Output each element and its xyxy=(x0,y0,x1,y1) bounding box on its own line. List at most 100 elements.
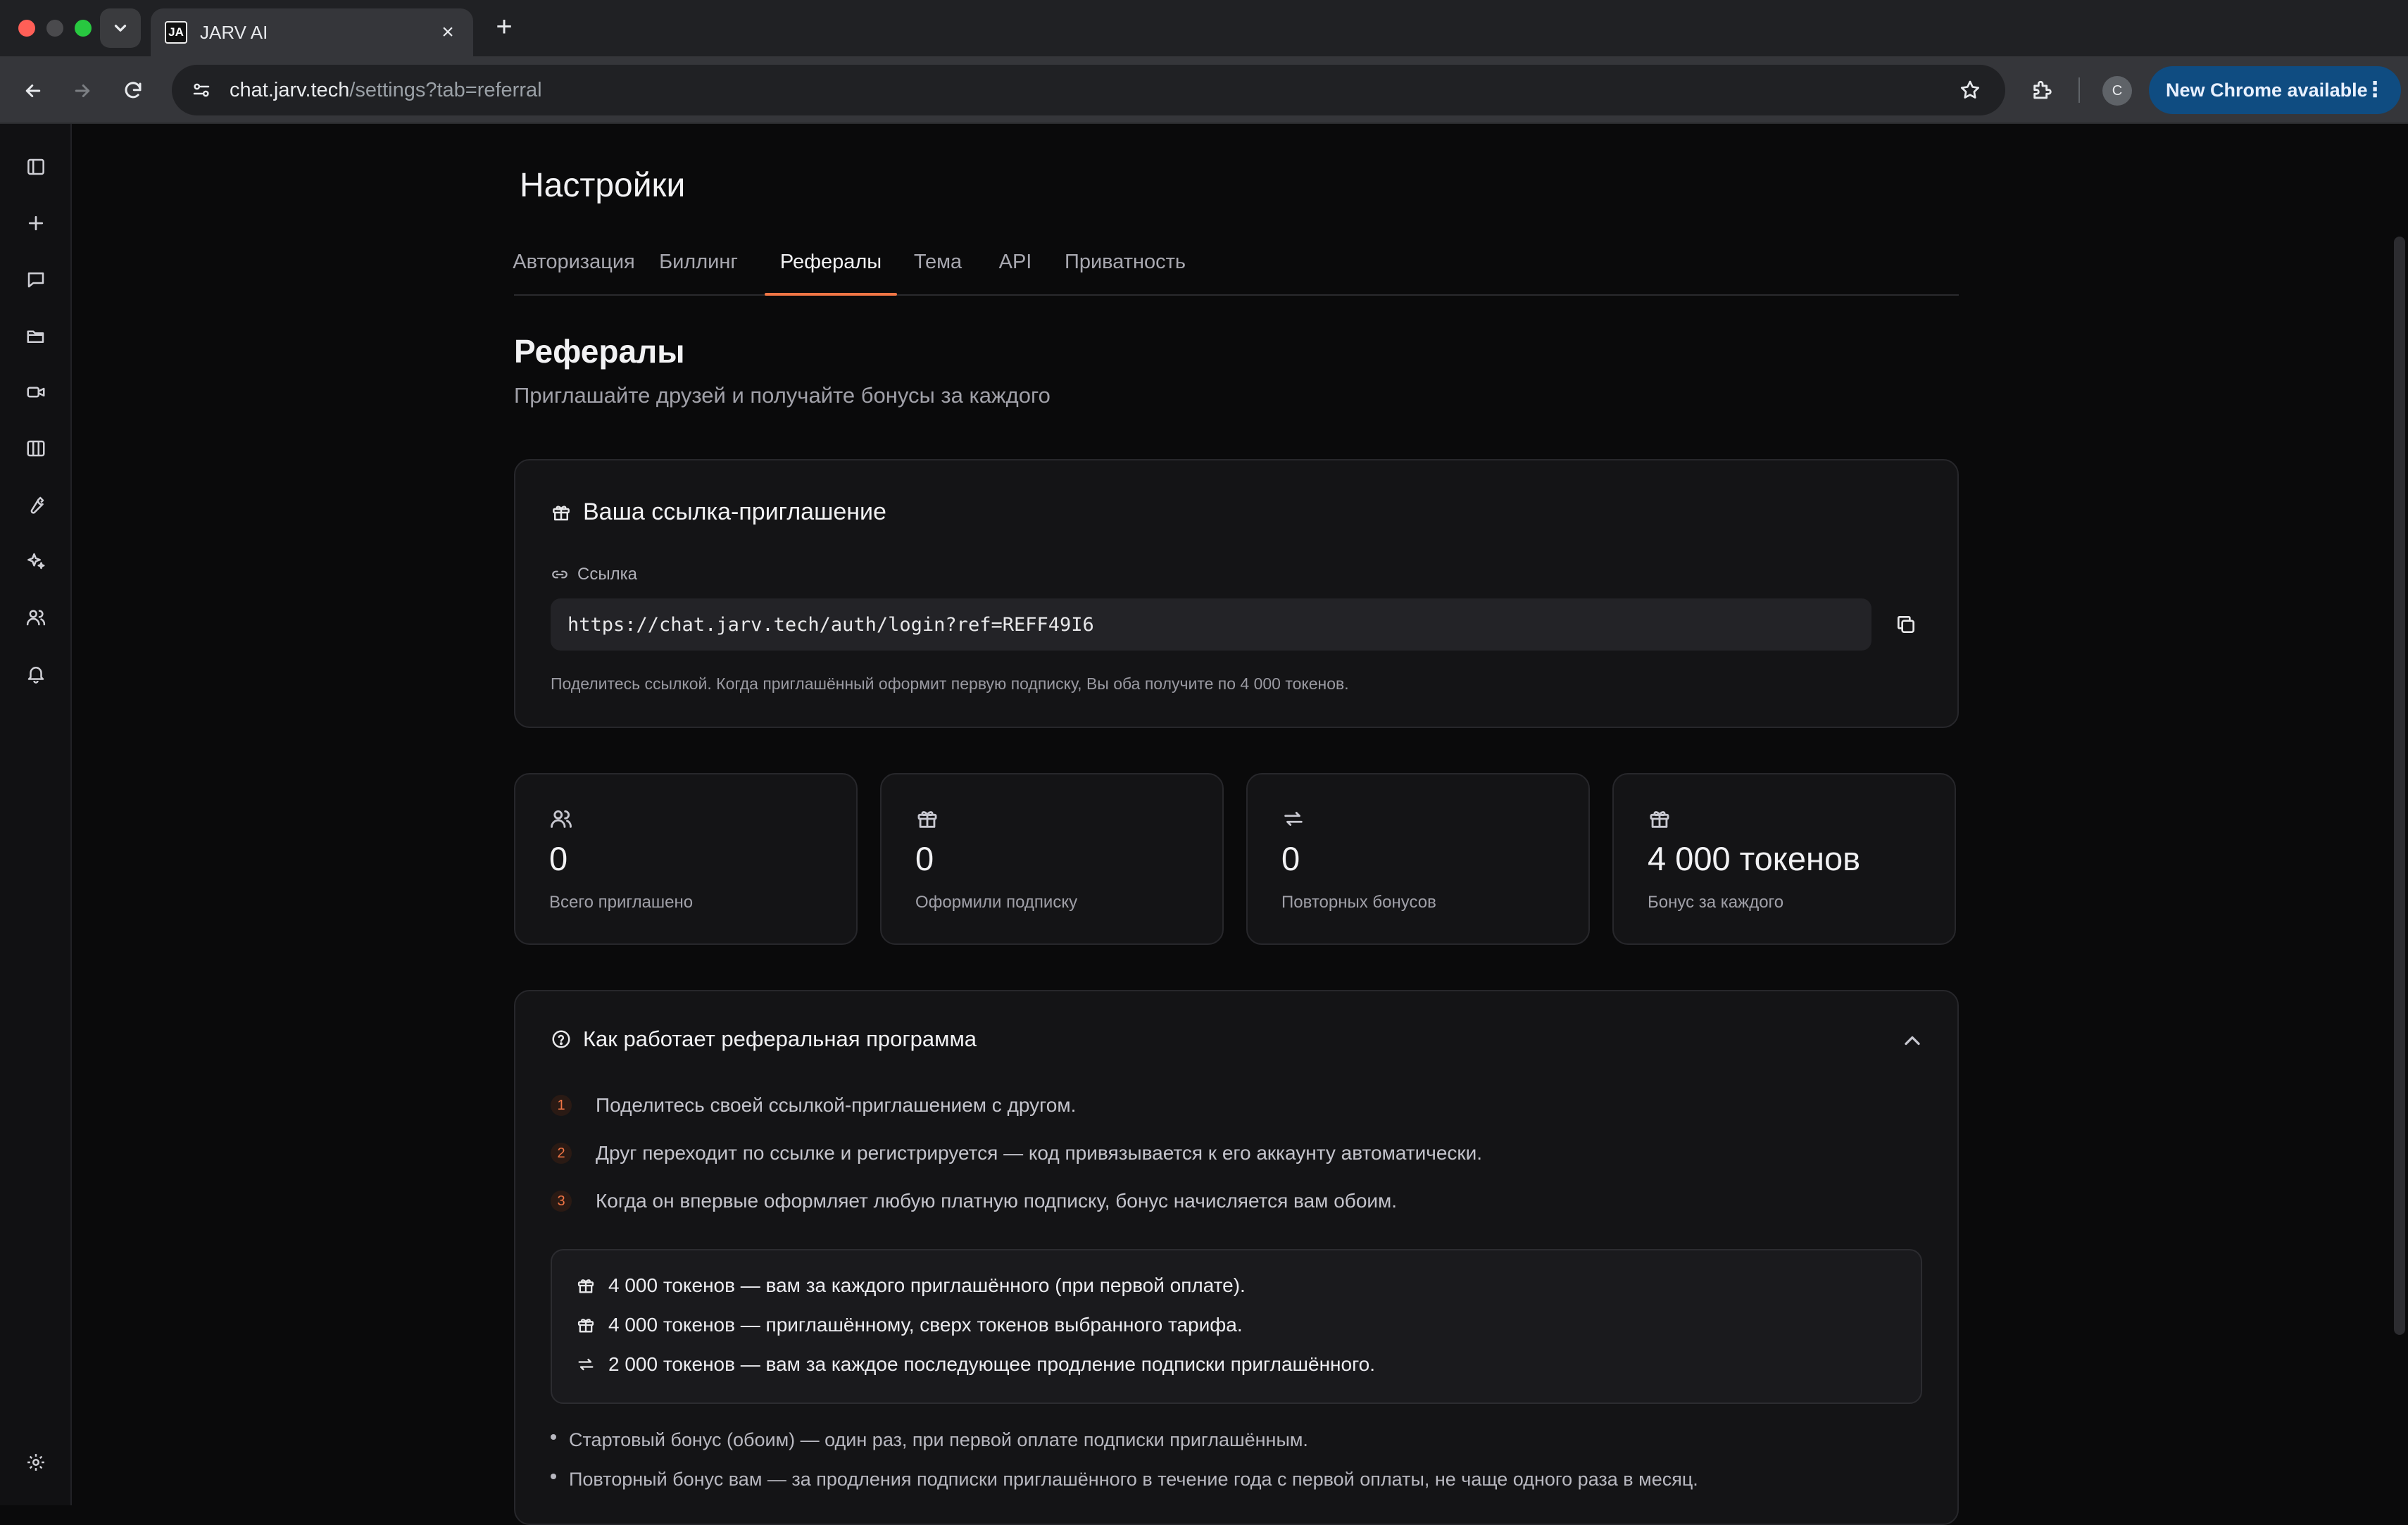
chrome-update-button[interactable]: New Chrome available ⋮ xyxy=(2149,66,2401,114)
tab-close-icon[interactable]: × xyxy=(437,20,459,44)
forward-button[interactable] xyxy=(66,75,99,107)
note-item: Стартовый бонус (обоим) — один раз, при … xyxy=(551,1429,1308,1451)
bonus-row: 4 000 токенов — приглашённому, сверх ток… xyxy=(576,1314,1243,1336)
stat-value: 4 000 токенов xyxy=(1648,840,1861,877)
gift-icon xyxy=(577,1319,594,1333)
copy-link-button[interactable] xyxy=(1890,608,1922,641)
window-maximize-button[interactable] xyxy=(75,20,92,37)
back-button[interactable] xyxy=(17,75,49,107)
stat-card-subscribed: 0 Оформили подписку xyxy=(880,773,1224,945)
how-it-works-card: Как работает реферальная программа 1 Под… xyxy=(514,990,1959,1525)
puzzle-icon xyxy=(2033,80,2052,99)
section-title: Рефералы xyxy=(514,333,685,370)
tab-billing[interactable]: Биллинг xyxy=(645,230,752,294)
chevron-down-icon xyxy=(114,25,127,32)
settings-main: Настройки Авторизация Биллинг Рефералы Т… xyxy=(73,124,2408,1525)
section-subtitle: Приглашайте друзей и получайте бонусы за… xyxy=(514,383,1051,408)
settings-tabs: Авторизация Биллинг Рефералы Тема API Пр… xyxy=(513,230,1959,296)
bonus-row: 4 000 токенов — вам за каждого приглашён… xyxy=(576,1274,1246,1297)
toolbar-divider xyxy=(2078,77,2080,103)
tab-theme[interactable]: Тема xyxy=(903,230,973,294)
chat-icon[interactable] xyxy=(18,262,54,297)
note-item: Повторный бонус вам — за продления подпи… xyxy=(551,1469,1698,1491)
browser-toolbar: chat.jarv.tech/settings?tab=referral C N… xyxy=(0,56,2408,124)
stat-label: Оформили подписку xyxy=(915,893,1078,912)
tab-auth[interactable]: Авторизация xyxy=(513,230,634,294)
browser-tab[interactable]: JA JARV AI × xyxy=(151,8,473,56)
users-icon xyxy=(551,810,572,828)
gift-icon xyxy=(577,1279,594,1293)
arrow-right-icon xyxy=(75,84,90,97)
columns-icon[interactable] xyxy=(18,431,54,466)
favicon: JA xyxy=(165,21,187,44)
help-circle-icon xyxy=(552,1030,570,1048)
profile-avatar[interactable]: C xyxy=(2102,76,2132,106)
step-text: Друг переходит по ссылке и регистрируетс… xyxy=(596,1142,1483,1164)
stat-label: Всего приглашено xyxy=(549,893,694,912)
tab-privacy[interactable]: Приватность xyxy=(1055,230,1196,294)
tab-search-button[interactable] xyxy=(100,8,141,48)
chevron-up-icon[interactable] xyxy=(1900,1028,1925,1053)
bookmark-star-icon[interactable] xyxy=(1949,69,1991,111)
folder-icon[interactable] xyxy=(18,318,54,353)
reload-button[interactable] xyxy=(117,75,149,107)
gift-icon xyxy=(1650,811,1669,828)
stat-card-bonus: 4 000 токенов Бонус за каждого xyxy=(1612,773,1956,945)
bonus-list: 4 000 токенов — вам за каждого приглашён… xyxy=(551,1249,1922,1404)
page-title: Настройки xyxy=(520,167,686,204)
invite-card: Ваша ссылка-приглашение Ссылка https://c… xyxy=(514,459,1959,728)
stat-card-invited: 0 Всего приглашено xyxy=(514,773,858,945)
stat-value: 0 xyxy=(1281,840,1300,877)
browser-tabstrip: JA JARV AI × + xyxy=(0,0,2408,56)
gear-icon[interactable] xyxy=(18,1445,54,1480)
step-text: Поделитесь своей ссылкой-приглашением с … xyxy=(596,1094,1077,1116)
step-item: 3 Когда он впервые оформляет любую платн… xyxy=(551,1190,1397,1212)
invite-card-header: Ваша ссылка-приглашение xyxy=(551,498,886,526)
copy-icon xyxy=(1898,616,1914,633)
new-tab-button[interactable]: + xyxy=(489,11,520,42)
tab-title: JARV AI xyxy=(200,21,268,43)
tab-referrals[interactable]: Рефералы xyxy=(765,230,897,296)
scrollbar[interactable] xyxy=(2394,237,2405,1335)
plus-icon[interactable] xyxy=(18,206,54,241)
update-label: New Chrome available xyxy=(2166,79,2368,101)
bullet xyxy=(551,1473,556,1479)
extensions-button[interactable] xyxy=(2025,73,2060,108)
window-minimize-button[interactable] xyxy=(46,20,63,37)
app-sidebar xyxy=(0,124,72,1505)
gift-icon xyxy=(917,811,937,828)
invite-card-title: Ваша ссылка-приглашение xyxy=(583,498,886,525)
more-menu-icon[interactable]: ⋮ xyxy=(2364,77,2385,102)
step-item: 2 Друг переходит по ссылке и регистрируе… xyxy=(551,1142,1482,1165)
link-field-label: Ссылка xyxy=(551,565,637,584)
bell-icon[interactable] xyxy=(18,656,54,691)
users-icon[interactable] xyxy=(18,600,54,635)
step-number: 3 xyxy=(551,1191,572,1212)
repeat-icon xyxy=(578,1358,594,1371)
sparkles-icon[interactable] xyxy=(18,544,54,579)
stat-value: 0 xyxy=(915,840,934,877)
repeat-icon xyxy=(1284,812,1303,826)
how-it-works-header[interactable]: Как работает реферальная программа xyxy=(551,1027,977,1052)
sidebar-toggle-icon[interactable] xyxy=(18,149,54,184)
address-bar[interactable]: chat.jarv.tech/settings?tab=referral xyxy=(172,65,2005,115)
step-text: Когда он впервые оформляет любую платную… xyxy=(596,1190,1398,1212)
bonus-row: 2 000 токенов — вам за каждое последующе… xyxy=(576,1353,1375,1376)
reload-icon xyxy=(125,82,142,99)
link-icon xyxy=(552,570,567,579)
tab-api[interactable]: API xyxy=(987,230,1043,294)
stat-label: Повторных бонусов xyxy=(1281,893,1436,912)
wrench-icon[interactable] xyxy=(18,487,54,522)
step-number: 1 xyxy=(551,1095,572,1116)
video-icon[interactable] xyxy=(18,375,54,410)
bullet xyxy=(551,1433,556,1440)
invite-hint: Поделитесь ссылкой. Когда приглашённый о… xyxy=(551,674,1349,693)
step-item: 1 Поделитесь своей ссылкой-приглашением … xyxy=(551,1094,1076,1117)
arrow-left-icon xyxy=(25,84,41,97)
site-settings-icon[interactable] xyxy=(186,75,217,106)
how-it-works-title: Как работает реферальная программа xyxy=(583,1027,977,1051)
stat-value: 0 xyxy=(549,840,568,877)
step-number: 2 xyxy=(551,1143,572,1164)
referral-link-field[interactable]: https://chat.jarv.tech/auth/login?ref=RE… xyxy=(551,598,1871,651)
window-close-button[interactable] xyxy=(18,20,35,37)
